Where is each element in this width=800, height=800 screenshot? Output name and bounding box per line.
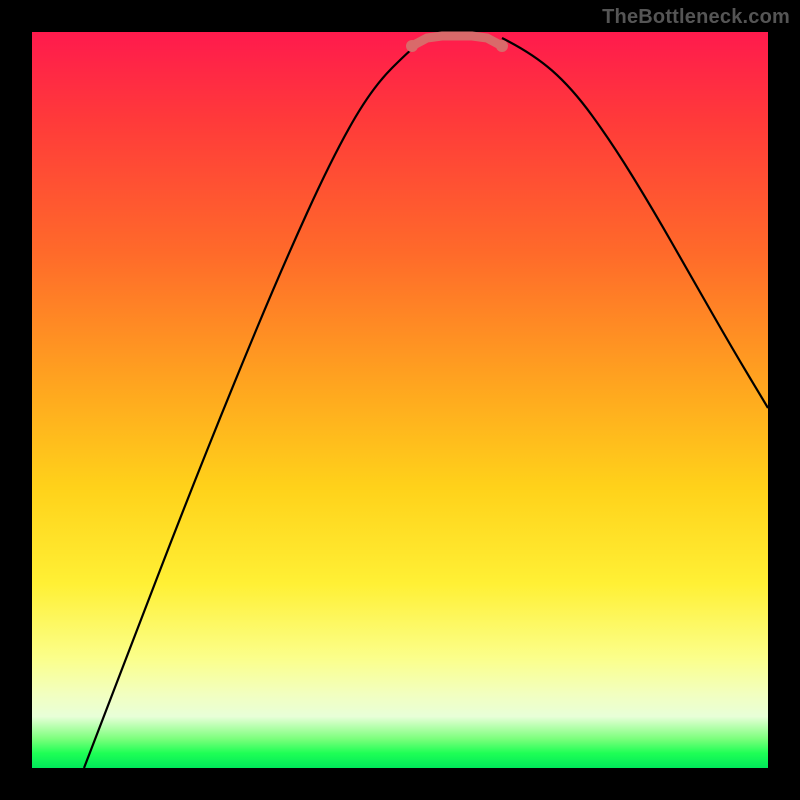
chart-svg xyxy=(32,32,768,768)
floor-marker-dot-right xyxy=(496,40,508,52)
watermark-text: TheBottleneck.com xyxy=(602,6,790,29)
floor-marker-dot-left xyxy=(406,40,418,52)
right-curve-path xyxy=(502,38,768,408)
floor-marker-path xyxy=(412,36,502,46)
plot-area xyxy=(32,32,768,768)
chart-frame: TheBottleneck.com xyxy=(0,0,800,800)
left-curve-path xyxy=(84,38,427,768)
